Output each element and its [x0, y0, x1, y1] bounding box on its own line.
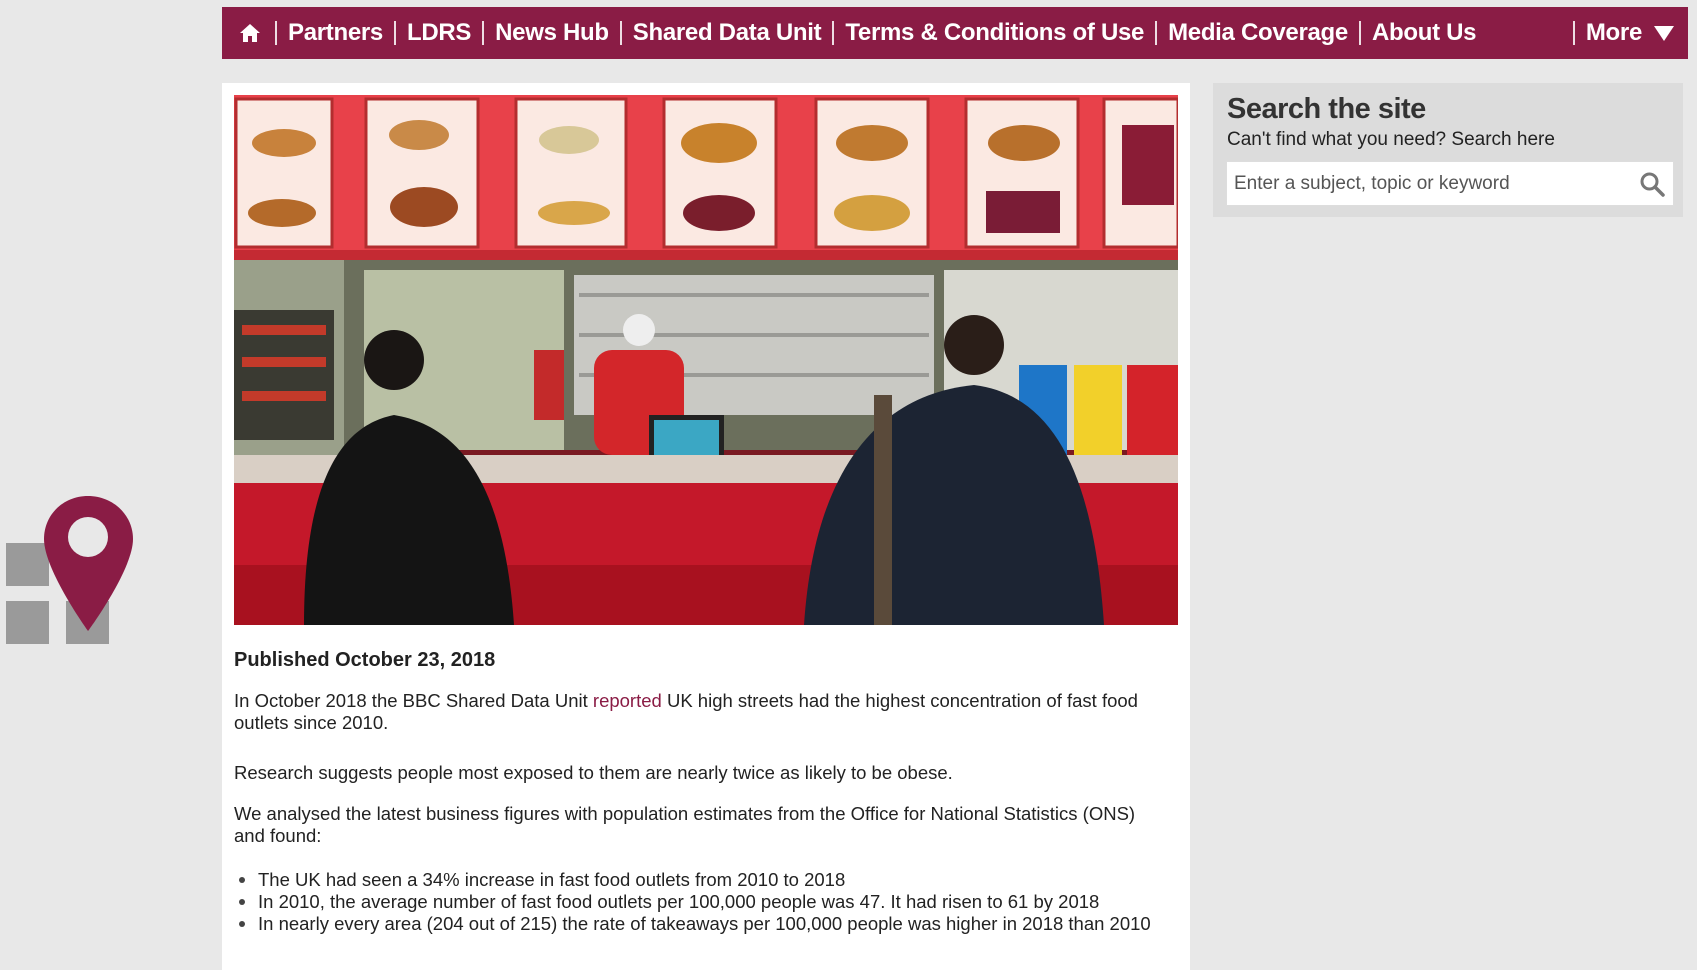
paragraph-analysis: We analysed the latest business figures …	[234, 803, 1136, 846]
nav-separator	[832, 21, 835, 45]
nav-separator	[482, 21, 485, 45]
nav-item-news-hub[interactable]: News Hub	[495, 19, 609, 47]
list-item: In 2010, the average number of fast food…	[234, 891, 1169, 913]
reported-link[interactable]: reported	[593, 690, 662, 711]
nav-more-label: More	[1585, 19, 1642, 46]
nav-separator	[275, 21, 277, 45]
search-icon[interactable]	[1639, 171, 1665, 197]
nav-separator	[619, 21, 622, 45]
map-pin-logo-icon	[6, 496, 133, 644]
paragraph-intro-text-a: In October 2018 the BBC Shared Data Unit	[234, 690, 593, 711]
home-icon[interactable]	[236, 19, 264, 47]
nav-more-dropdown[interactable]: More	[1586, 19, 1674, 47]
list-item: The UK had seen a 34% increase in fast f…	[234, 869, 1169, 891]
search-panel: Search the site Can't find what you need…	[1213, 83, 1683, 217]
search-input[interactable]	[1227, 162, 1624, 205]
search-title: Search the site	[1227, 93, 1426, 125]
hero-image	[234, 95, 1178, 625]
published-date: Published October 23, 2018	[234, 649, 496, 671]
nav-separator	[1155, 21, 1158, 45]
top-navigation: Partners LDRS News Hub Shared Data Unit …	[222, 7, 1688, 59]
list-item: In nearly every area (204 out of 215) th…	[234, 913, 1169, 935]
nav-separator	[1572, 21, 1575, 45]
paragraph-intro: In October 2018 the BBC Shared Data Unit…	[234, 690, 1164, 734]
nav-separator	[1358, 21, 1361, 45]
nav-separator	[393, 21, 396, 45]
nav-item-ldrs[interactable]: LDRS	[407, 19, 471, 47]
nav-item-shared-data-unit[interactable]: Shared Data Unit	[633, 19, 822, 47]
search-subtitle: Can't find what you need? Search here	[1227, 129, 1555, 150]
nav-item-about-us[interactable]: About Us	[1372, 19, 1477, 47]
chevron-down-icon	[1654, 25, 1674, 41]
nav-item-terms[interactable]: Terms & Conditions of Use	[845, 19, 1144, 47]
findings-list: The UK had seen a 34% increase in fast f…	[234, 869, 1169, 935]
paragraph-research: Research suggests people most exposed to…	[234, 762, 953, 783]
nav-item-media-coverage[interactable]: Media Coverage	[1168, 19, 1348, 47]
article: Published October 23, 2018 In October 20…	[222, 83, 1190, 970]
search-box	[1226, 161, 1674, 206]
nav-item-partners[interactable]: Partners	[288, 19, 383, 47]
